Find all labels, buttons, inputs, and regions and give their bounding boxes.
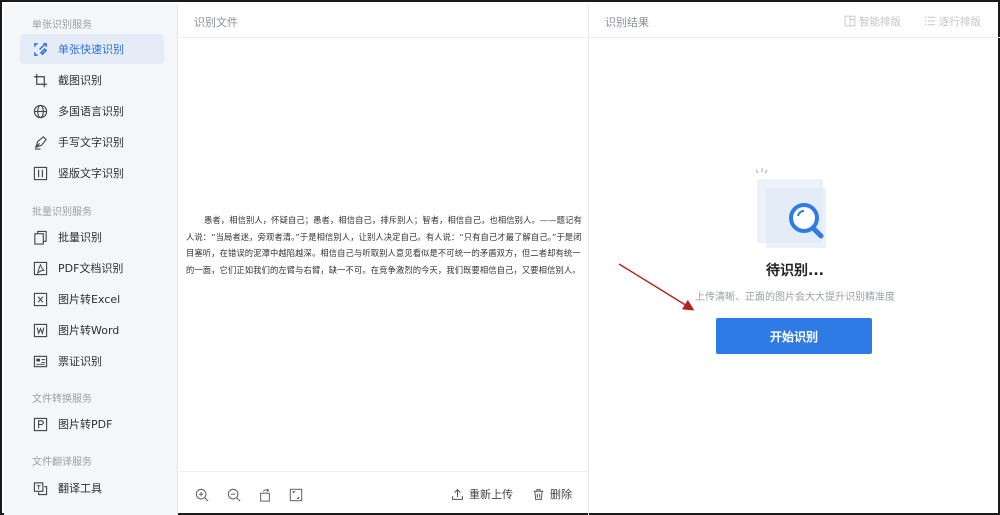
sidebar-item-excel[interactable]: 图片转Excel — [20, 284, 164, 314]
line-layout-label: 逐行排版 — [939, 15, 981, 28]
zoom-in-icon[interactable] — [193, 486, 211, 504]
sidebar-item-label: 批量识别 — [58, 231, 102, 244]
trash-icon — [533, 488, 544, 500]
line-layout-icon — [924, 16, 936, 26]
sidebar-item-screenshot[interactable]: 截图识别 — [20, 65, 164, 95]
result-panel-header: 识别结果 智能排版 逐行排版 — [590, 4, 1000, 38]
zoom-out-icon[interactable] — [225, 486, 243, 504]
rotate-icon[interactable] — [256, 486, 274, 504]
source-panel-header: 识别文件 — [179, 4, 588, 38]
sidebar-item-label: 多国语言识别 — [58, 105, 124, 118]
magnifier-document-icon — [755, 168, 826, 248]
upload-icon — [452, 488, 463, 500]
sidebar-item-ticket[interactable]: 票证识别 — [20, 346, 164, 376]
batch-icon — [32, 229, 48, 245]
section-title-convert: 文件转换服务 — [32, 394, 92, 405]
delete-label: 删除 — [550, 488, 572, 501]
hint-text: 上传清晰、正面的图片会大大提升识别精准度 — [695, 292, 895, 303]
ticket-icon — [32, 353, 48, 369]
sidebar-item-label: 图片转Excel — [58, 293, 121, 306]
sidebar-item-image-to-pdf[interactable]: 图片转PDF — [20, 409, 164, 439]
sidebar-item-label: 单张快速识别 — [58, 43, 124, 56]
reupload-label: 重新上传 — [469, 488, 513, 501]
sidebar-item-multilang[interactable]: 多国语言识别 — [20, 96, 164, 126]
translate-icon — [32, 480, 48, 496]
quick-scan-icon — [32, 41, 48, 57]
source-panel-title: 识别文件 — [194, 16, 238, 29]
app-window: 单张识别服务 单张快速识别 截图识别 多国语言识别 手写文字识别 竖版文字识别 … — [0, 0, 1000, 515]
awaiting-recognition-illustration — [748, 166, 832, 250]
sidebar-item-word[interactable]: 图片转Word — [20, 315, 164, 345]
section-title-translate: 文件翻译服务 — [32, 457, 92, 468]
pdf-icon — [32, 260, 48, 276]
section-title-batch: 批量识别服务 — [32, 207, 92, 218]
source-file-panel: 识别文件 愚者，相信别人，怀疑自己；愚者，相信自己，排斥别人；智者，相信自己，也… — [179, 4, 589, 515]
sidebar-item-pdf[interactable]: PDF文档识别 — [20, 253, 164, 283]
sidebar-item-translate[interactable]: 翻译工具 — [20, 473, 164, 503]
smart-layout-label: 智能排版 — [859, 15, 901, 28]
sidebar-item-label: 手写文字识别 — [58, 136, 124, 149]
sidebar-item-batch[interactable]: 批量识别 — [20, 222, 164, 252]
start-recognition-button[interactable]: 开始识别 — [716, 318, 872, 354]
excel-icon — [32, 291, 48, 307]
sidebar-item-quick-scan[interactable]: 单张快速识别 — [20, 34, 164, 64]
result-panel-title: 识别结果 — [605, 16, 649, 29]
sidebar-item-vertical-text[interactable]: 竖版文字识别 — [20, 158, 164, 188]
line-layout-button[interactable]: 逐行排版 — [924, 13, 981, 29]
sidebar-item-label: 竖版文字识别 — [58, 167, 124, 180]
sidebar: 单张识别服务 单张快速识别 截图识别 多国语言识别 手写文字识别 竖版文字识别 … — [4, 4, 178, 515]
word-icon — [32, 322, 48, 338]
image-to-pdf-icon — [32, 416, 48, 432]
sidebar-item-label: PDF文档识别 — [58, 262, 124, 275]
sidebar-item-label: 图片转Word — [58, 324, 120, 337]
reupload-button[interactable]: 重新上传 — [451, 484, 513, 504]
preview-toolbar: 重新上传 删除 — [179, 471, 588, 515]
smart-layout-button[interactable]: 智能排版 — [844, 13, 901, 29]
section-title-single: 单张识别服务 — [32, 20, 92, 31]
fit-screen-icon[interactable] — [287, 486, 305, 504]
document-preview-text: 愚者，相信别人，怀疑自己；愚者，相信自己，排斥别人；智者，相信自己，也相信别人。… — [186, 215, 582, 275]
globe-icon — [32, 103, 48, 119]
smart-layout-icon — [844, 15, 856, 27]
sidebar-item-handwriting[interactable]: 手写文字识别 — [20, 127, 164, 157]
sidebar-item-label: 票证识别 — [58, 355, 102, 368]
sidebar-item-label: 翻译工具 — [58, 482, 102, 495]
sidebar-item-label: 图片转PDF — [58, 418, 113, 431]
delete-button[interactable]: 删除 — [532, 484, 572, 504]
result-panel: 识别结果 智能排版 逐行排版 待识别... 上传清晰、正面的图片会大大提升识别精… — [590, 4, 1000, 515]
vertical-text-icon — [32, 165, 48, 181]
pen-icon — [32, 134, 48, 150]
crop-icon — [32, 72, 48, 88]
sidebar-item-label: 截图识别 — [58, 74, 102, 87]
status-text: 待识别... — [766, 263, 824, 279]
